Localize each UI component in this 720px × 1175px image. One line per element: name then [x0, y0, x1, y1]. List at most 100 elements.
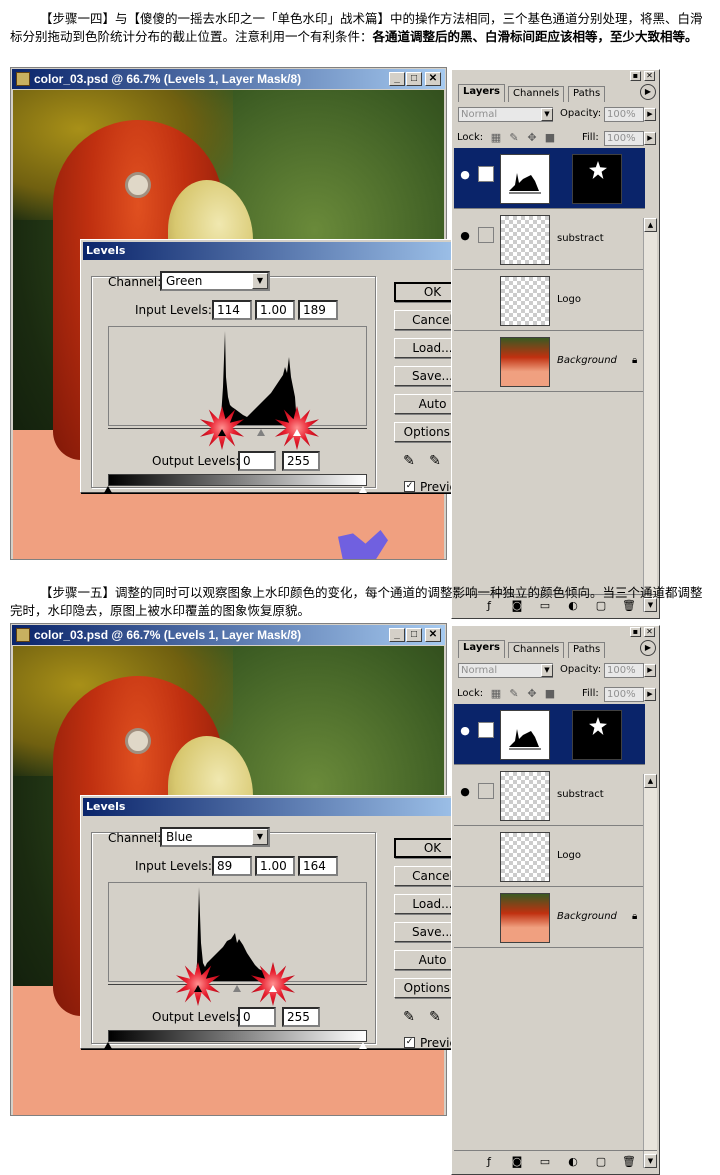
- panel-close-button[interactable]: ✕: [644, 627, 655, 637]
- layer-substract[interactable]: ● substract: [454, 765, 645, 826]
- eye-icon[interactable]: ●: [456, 227, 474, 245]
- eye-icon[interactable]: ●: [456, 722, 474, 740]
- black-point-slider[interactable]: [194, 985, 202, 992]
- chevron-down-icon[interactable]: ▼: [541, 108, 553, 121]
- black-point-slider[interactable]: [218, 429, 226, 436]
- minimize-button[interactable]: _: [389, 628, 405, 642]
- panel-menu-button[interactable]: ▶: [640, 84, 656, 100]
- chevron-right-icon[interactable]: ▶: [644, 688, 656, 701]
- gamma-slider[interactable]: [257, 429, 265, 436]
- opacity-field[interactable]: 100%: [604, 663, 644, 678]
- layer-substract[interactable]: ● substract: [454, 209, 645, 270]
- lock-icon: 🔒︎: [632, 911, 638, 922]
- lock-paint-icon[interactable]: ✎: [508, 132, 520, 144]
- output-black-field[interactable]: 0: [238, 451, 276, 471]
- eye-icon[interactable]: ●: [456, 166, 474, 184]
- layer-background[interactable]: Background 🔒︎: [454, 331, 645, 392]
- white-point-slider[interactable]: [293, 429, 301, 436]
- output-black-field[interactable]: 0: [238, 1007, 276, 1027]
- eye-icon[interactable]: ●: [456, 783, 474, 801]
- layer-logo[interactable]: Logo: [454, 826, 645, 887]
- maximize-button[interactable]: □: [406, 628, 422, 642]
- input-black-field[interactable]: 89: [212, 856, 252, 876]
- layer-link-icon[interactable]: [478, 722, 494, 738]
- panel-minimize-button[interactable]: ▪: [630, 627, 641, 637]
- opacity-field[interactable]: 100%: [604, 107, 644, 122]
- black-eyedropper-icon[interactable]: ✎: [401, 1008, 417, 1026]
- input-white-field[interactable]: 164: [298, 856, 338, 876]
- levels-title: Levels: [86, 800, 126, 813]
- white-point-slider[interactable]: [269, 985, 277, 992]
- minimize-button[interactable]: _: [389, 72, 405, 86]
- gray-eyedropper-icon[interactable]: ✎: [427, 1008, 443, 1026]
- close-button[interactable]: ✕: [425, 628, 441, 642]
- output-white-slider[interactable]: [359, 1042, 367, 1049]
- preview-checkbox[interactable]: ✓: [404, 481, 415, 492]
- chevron-down-icon[interactable]: ▼: [541, 664, 553, 677]
- panel-close-button[interactable]: ✕: [644, 71, 655, 81]
- panel-menu-button[interactable]: ▶: [640, 640, 656, 656]
- trash-icon[interactable]: 🗑︎: [622, 1155, 636, 1169]
- fill-field[interactable]: 100%: [604, 131, 644, 146]
- layer-link-icon[interactable]: [478, 166, 494, 182]
- layer-levels-adjustment[interactable]: ●: [454, 148, 645, 209]
- layer-levels-adjustment[interactable]: ●: [454, 704, 645, 765]
- para2-text: 【步骤一五】调整的同时可以观察图象上水印颜色的变化，每个通道的调整影响一种独立的…: [10, 585, 703, 618]
- scroll-up-button[interactable]: ▲: [644, 774, 657, 788]
- lock-paint-icon[interactable]: ✎: [508, 688, 520, 700]
- black-eyedropper-icon[interactable]: ✎: [401, 452, 417, 470]
- input-black-field[interactable]: 114: [212, 300, 252, 320]
- chevron-down-icon[interactable]: ▼: [252, 273, 268, 289]
- blend-mode-select[interactable]: Normal: [458, 107, 553, 122]
- output-white-field[interactable]: 255: [282, 1007, 320, 1027]
- layer-logo[interactable]: Logo: [454, 270, 645, 331]
- input-gamma-field[interactable]: 1.00: [255, 856, 295, 876]
- document-icon: [16, 628, 30, 642]
- tab-paths[interactable]: Paths: [568, 86, 606, 102]
- blend-mode-select[interactable]: Normal: [458, 663, 553, 678]
- maximize-button[interactable]: □: [406, 72, 422, 86]
- output-white-slider[interactable]: [359, 486, 367, 493]
- input-white-field[interactable]: 189: [298, 300, 338, 320]
- gamma-slider[interactable]: [233, 985, 241, 992]
- lock-move-icon[interactable]: ✥: [526, 688, 538, 700]
- adjustment-layer-icon[interactable]: ◐: [566, 1155, 580, 1169]
- output-black-slider[interactable]: [104, 486, 112, 493]
- fill-field[interactable]: 100%: [604, 687, 644, 702]
- gray-eyedropper-icon[interactable]: ✎: [427, 452, 443, 470]
- scroll-up-button[interactable]: ▲: [644, 218, 657, 232]
- layer-link-icon[interactable]: [478, 227, 494, 243]
- tab-layers[interactable]: Layers: [458, 640, 505, 658]
- channel-select[interactable]: Green ▼: [160, 271, 270, 291]
- tab-channels[interactable]: Channels: [508, 642, 565, 658]
- chevron-right-icon[interactable]: ▶: [644, 664, 656, 677]
- preview-checkbox[interactable]: ✓: [404, 1037, 415, 1048]
- tab-channels[interactable]: Channels: [508, 86, 565, 102]
- output-black-slider[interactable]: [104, 1042, 112, 1049]
- close-button[interactable]: ✕: [425, 72, 441, 86]
- lock-all-icon[interactable]: ■: [544, 688, 556, 700]
- lock-transparency-icon[interactable]: ▦: [490, 688, 502, 700]
- layers-scrollbar[interactable]: ▲ ▼: [643, 218, 657, 612]
- lock-all-icon[interactable]: ■: [544, 132, 556, 144]
- input-gamma-field[interactable]: 1.00: [255, 300, 295, 320]
- new-layer-icon[interactable]: ▢: [594, 1155, 608, 1169]
- chevron-right-icon[interactable]: ▶: [644, 132, 656, 145]
- layer-link-icon[interactable]: [478, 783, 494, 799]
- layer-background[interactable]: Background 🔒︎: [454, 887, 645, 948]
- tab-paths[interactable]: Paths: [568, 642, 606, 658]
- output-white-field[interactable]: 255: [282, 451, 320, 471]
- layer-mask-thumbnail: [572, 154, 622, 204]
- chevron-right-icon[interactable]: ▶: [644, 108, 656, 121]
- tab-layers[interactable]: Layers: [458, 84, 505, 102]
- lock-transparency-icon[interactable]: ▦: [490, 132, 502, 144]
- lock-move-icon[interactable]: ✥: [526, 132, 538, 144]
- layers-scrollbar[interactable]: ▲ ▼: [643, 774, 657, 1168]
- chevron-down-icon[interactable]: ▼: [252, 829, 268, 845]
- add-mask-icon[interactable]: ◙: [510, 1155, 524, 1169]
- layer-name: Background: [557, 355, 617, 366]
- channel-select[interactable]: Blue ▼: [160, 827, 270, 847]
- layer-style-icon[interactable]: ƒ: [482, 1155, 496, 1169]
- panel-minimize-button[interactable]: ▪: [630, 71, 641, 81]
- new-group-icon[interactable]: ▭: [538, 1155, 552, 1169]
